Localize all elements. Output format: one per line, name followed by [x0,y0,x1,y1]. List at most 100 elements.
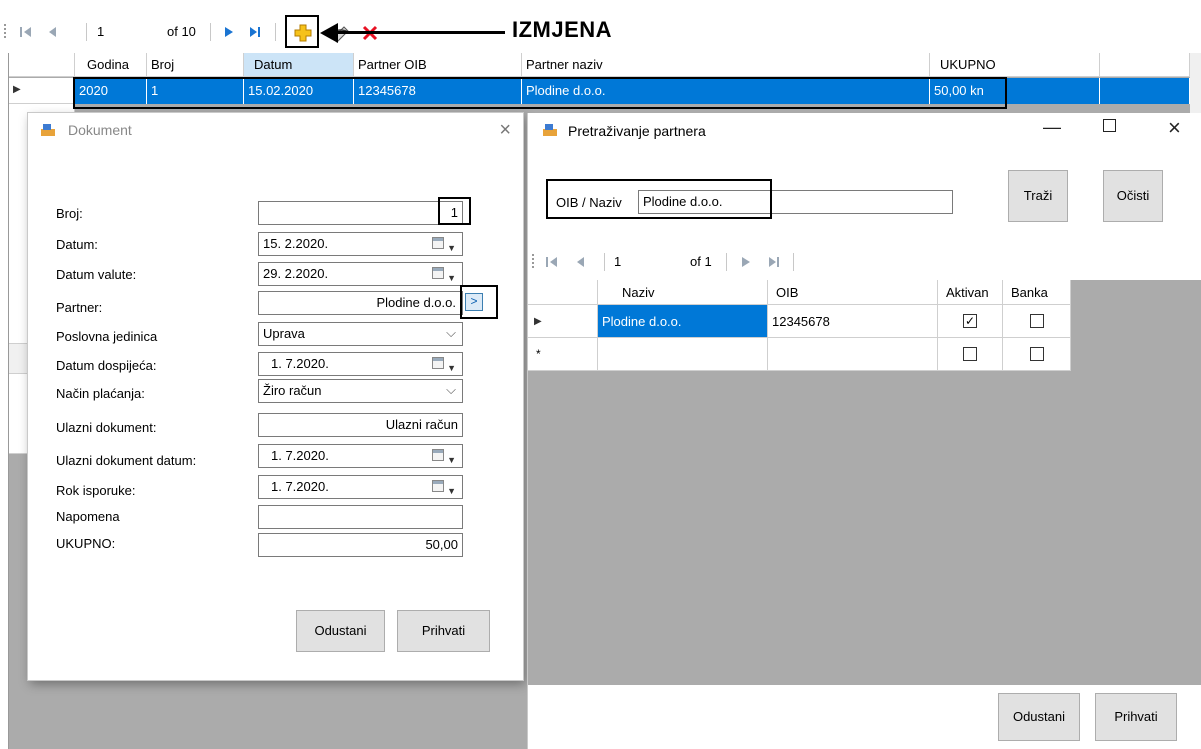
cell-banka-new[interactable] [1003,338,1071,371]
datum-valute-value: 29. 2.2020. [263,266,329,281]
search-button[interactable]: Traži [1008,170,1068,222]
dialog-title: Dokument [68,122,132,138]
ulazni-dokument-field[interactable]: Ulazni račun [258,413,463,437]
cell-oib[interactable]: 12345678 [768,305,938,338]
calendar-icon[interactable] [432,237,444,249]
column-header-banka[interactable]: Banka [1003,280,1071,305]
broj-field[interactable]: 1 [258,201,463,225]
grid-corner-header [528,280,598,305]
move-first-icon[interactable] [18,24,34,40]
accept-button[interactable]: Prihvati [1095,693,1177,741]
move-first-icon[interactable] [544,254,560,270]
chevron-down-icon[interactable]: ▼ [447,357,456,375]
row-header-selected[interactable]: ▶ [528,305,598,338]
column-header-label: Broj [151,57,175,72]
cancel-button[interactable]: Odustani [998,693,1080,741]
toolbar-separator [86,23,87,41]
chevron-down-icon[interactable]: ▼ [447,449,456,467]
ulazni-dokument-datum-value: 1. 7.2020. [271,448,329,463]
cancel-button[interactable]: Odustani [296,610,385,652]
calendar-icon[interactable] [432,480,444,492]
ukupno-field[interactable]: 50,00 [258,533,463,557]
dialog-titlebar[interactable]: Pretraživanje partnera — × [528,113,1201,149]
poslovna-jedinica-select[interactable]: Uprava ⌵ [258,322,463,346]
cell-aktivan-new[interactable] [938,338,1003,371]
annotation-search-box [546,179,772,219]
column-header-partner-naziv[interactable]: Partner naziv [522,53,930,77]
position-input[interactable]: 1 [610,253,670,271]
cell-aktivan[interactable]: ✓ [938,305,1003,338]
toolbar-separator [275,23,276,41]
close-icon[interactable]: × [499,119,511,142]
napomena-field[interactable] [258,505,463,529]
aktivan-checkbox[interactable]: ✓ [963,314,977,328]
column-header-label: Banka [1011,285,1048,300]
banka-checkbox[interactable] [1030,347,1044,361]
partner-search-dialog: Pretraživanje partnera — × OIB / Naziv P… [527,113,1201,749]
aktivan-checkbox[interactable] [963,347,977,361]
partner-data-grid[interactable]: Naziv OIB Aktivan Banka ▶ Plodine d.o.o.… [528,280,1201,685]
banka-checkbox[interactable] [1030,314,1044,328]
row-header-selected[interactable]: ▶ [9,78,75,104]
move-next-icon[interactable] [738,254,754,270]
toolbar-separator [210,23,211,41]
row-header-new[interactable]: * [528,338,598,371]
ulazni-dokument-datum-picker[interactable]: 1. 7.2020. ▼ [258,444,463,468]
annotation-row-box [73,77,1007,109]
annotation-box [285,15,319,48]
column-header-naziv[interactable]: Naziv [598,280,768,305]
move-last-icon[interactable] [247,24,263,40]
move-prev-icon[interactable] [572,254,588,270]
annotation-broj-box [438,197,471,225]
label-poslovna-jedinica: Poslovna jedinica [56,329,158,344]
calendar-icon[interactable] [432,357,444,369]
dialog-titlebar[interactable]: Dokument × [28,113,523,149]
calendar-icon[interactable] [432,267,444,279]
rok-isporuke-picker[interactable]: 1. 7.2020. ▼ [258,475,463,499]
rok-isporuke-value: 1. 7.2020. [271,479,329,494]
column-header-datum[interactable]: Datum [244,53,354,77]
column-header-oib[interactable]: OIB [768,280,938,305]
column-header-godina[interactable]: Godina [75,53,147,77]
column-header-label: Datum [254,57,293,72]
partner-field[interactable]: Plodine d.o.o. [258,291,463,315]
accept-button[interactable]: Prihvati [397,610,490,652]
maximize-icon[interactable] [1103,119,1116,132]
column-header-partner-oib[interactable]: Partner OIB [354,53,522,77]
nacin-placanja-select[interactable]: Žiro račun ⌵ [258,379,463,403]
datum-value: 15. 2.2020. [263,236,329,251]
close-icon[interactable]: × [1168,115,1181,141]
chevron-down-icon[interactable]: ▼ [447,267,456,285]
column-header-ukupno[interactable]: UKUPNO [930,53,1100,77]
datum-dospijeca-picker[interactable]: 1. 7.2020. ▼ [258,352,463,376]
cell-oib-new[interactable] [768,338,938,371]
chevron-down-icon[interactable]: ⌵ [446,380,456,401]
clear-button[interactable]: Očisti [1103,170,1163,222]
minimize-icon[interactable]: — [1043,117,1061,138]
toolbar-grip[interactable] [532,254,534,270]
cell-naziv[interactable]: Plodine d.o.o. [598,305,768,338]
grid-header-filler [1100,53,1190,77]
chevron-down-icon[interactable]: ▼ [447,480,456,498]
record-count-label: of 1 [690,254,712,269]
column-header-aktivan[interactable]: Aktivan [938,280,1003,305]
move-prev-icon[interactable] [44,24,60,40]
record-count-label: of 10 [167,24,196,39]
new-row-marker: * [536,347,541,361]
cell-banka[interactable] [1003,305,1071,338]
calendar-icon[interactable] [432,449,444,461]
position-input[interactable]: 1 [93,23,153,41]
toolbar-grip[interactable] [4,24,6,40]
move-next-icon[interactable] [221,24,237,40]
datum-dospijeca-value: 1. 7.2020. [271,356,329,371]
chevron-down-icon[interactable]: ▼ [447,237,456,255]
cell-naziv-new[interactable] [598,338,768,371]
move-last-icon[interactable] [766,254,782,270]
dialog-title: Pretraživanje partnera [568,123,706,139]
datum-valute-picker[interactable]: 29. 2.2020. ▼ [258,262,463,286]
chevron-down-icon[interactable]: ⌵ [446,323,456,344]
datum-picker[interactable]: 15. 2.2020. ▼ [258,232,463,256]
column-header-broj[interactable]: Broj [147,53,244,77]
row-filler [1100,78,1190,104]
label-ukupno: UKUPNO: [56,536,116,551]
